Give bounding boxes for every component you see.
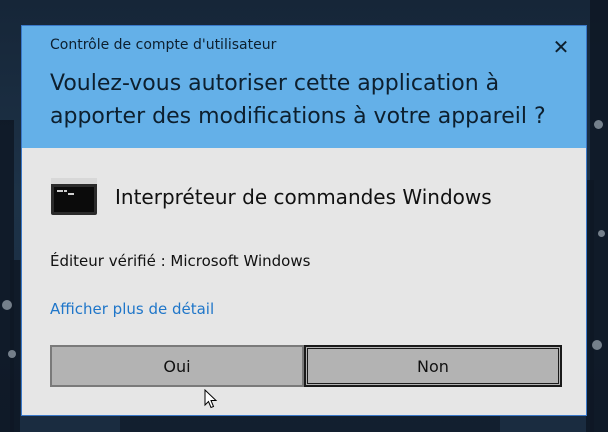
command-prompt-icon [51, 178, 97, 215]
close-icon[interactable]: ✕ [550, 36, 572, 58]
desktop-background: Contrôle de compte d'utilisateur ✕ Voule… [0, 0, 608, 432]
app-name: Interpréteur de commandes Windows [115, 185, 492, 209]
background-snow [594, 120, 603, 129]
dialog-title: Contrôle de compte d'utilisateur [50, 37, 277, 53]
background-tree [586, 180, 594, 432]
show-more-details-link[interactable]: Afficher plus de détail [50, 300, 214, 318]
background-tree [120, 414, 500, 432]
dialog-question: Voulez-vous autoriser cette application … [50, 71, 546, 129]
yes-button[interactable]: Oui [50, 345, 304, 387]
verified-publisher: Éditeur vérifié : Microsoft Windows [50, 252, 311, 270]
dialog-header: Contrôle de compte d'utilisateur ✕ Voule… [22, 26, 586, 148]
background-tree [10, 260, 20, 432]
app-info: Interpréteur de commandes Windows [50, 176, 570, 216]
uac-dialog: Contrôle de compte d'utilisateur ✕ Voule… [21, 25, 587, 416]
background-snow [2, 300, 12, 310]
no-button-label: Non [417, 356, 449, 376]
mouse-cursor-icon [204, 389, 218, 409]
background-snow [598, 230, 605, 237]
background-snow [592, 340, 602, 350]
yes-button-label: Oui [163, 356, 191, 376]
background-snow [8, 350, 16, 358]
no-button[interactable]: Non [304, 345, 562, 387]
